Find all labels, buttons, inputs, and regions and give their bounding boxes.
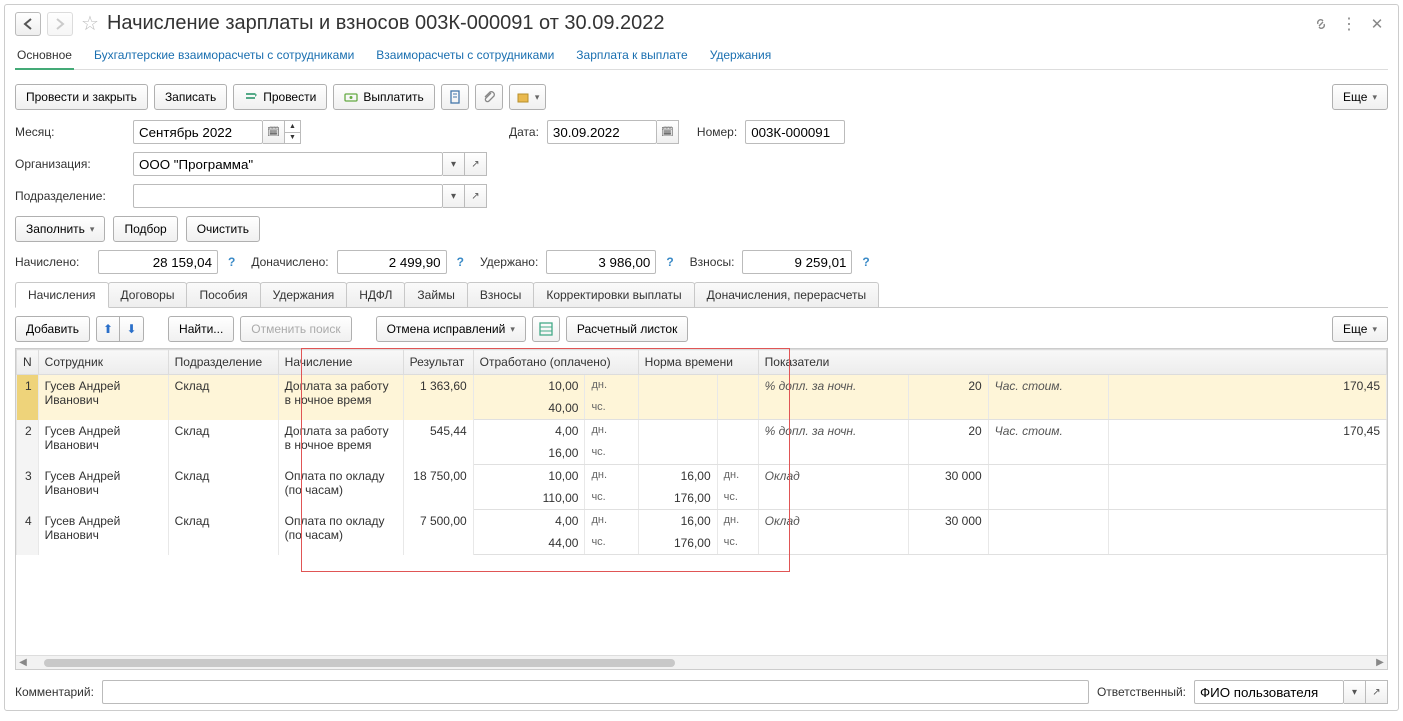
- grid-icon: [539, 322, 553, 336]
- contrib-label: Взносы:: [690, 255, 735, 269]
- help-icon[interactable]: ?: [228, 255, 235, 269]
- grid-button[interactable]: [532, 316, 560, 342]
- post-close-button[interactable]: Провести и закрыть: [15, 84, 148, 110]
- post-icon: [244, 90, 258, 104]
- move-down-button[interactable]: ⬇: [120, 316, 144, 342]
- month-input[interactable]: [133, 120, 263, 144]
- resp-dropdown-icon[interactable]: ▾: [1344, 680, 1366, 704]
- accrued-label: Начислено:: [15, 255, 90, 269]
- tab-loans[interactable]: Займы: [404, 282, 468, 307]
- more-button[interactable]: Еще ▾: [1332, 84, 1388, 110]
- table-row[interactable]: 2Гусев Андрей ИвановичСкладДоплата за ра…: [17, 420, 1387, 443]
- open-icon[interactable]: ↗: [465, 152, 487, 176]
- pick-button[interactable]: Подбор: [113, 216, 177, 242]
- date-label: Дата:: [509, 125, 539, 139]
- cancel-fix-button[interactable]: Отмена исправлений ▾: [376, 316, 526, 342]
- contrib-input[interactable]: [742, 250, 852, 274]
- detail-tabs: Начисления Договоры Пособия Удержания НД…: [15, 282, 1388, 308]
- cancel-search-button: Отменить поиск: [240, 316, 351, 342]
- section-nav: Основное Бухгалтерские взаиморасчеты с с…: [15, 44, 1388, 70]
- save-button[interactable]: Записать: [154, 84, 227, 110]
- calendar-icon[interactable]: 🗓: [263, 120, 285, 144]
- payslip-button[interactable]: Расчетный листок: [566, 316, 688, 342]
- table-more-button[interactable]: Еще ▾: [1332, 316, 1388, 342]
- col-n[interactable]: N: [17, 350, 39, 375]
- org-label: Организация:: [15, 157, 125, 171]
- table-row[interactable]: 4Гусев Андрей ИвановичСкладОплата по окл…: [17, 510, 1387, 533]
- dropdown-icon[interactable]: ▾: [443, 152, 465, 176]
- money-icon: [344, 90, 358, 104]
- favorite-star-icon[interactable]: ☆: [81, 11, 99, 36]
- col-worked[interactable]: Отработано (оплачено): [473, 350, 638, 375]
- resp-open-icon[interactable]: ↗: [1366, 680, 1388, 704]
- nav-deductions[interactable]: Удержания: [708, 44, 774, 66]
- withheld-input[interactable]: [546, 250, 656, 274]
- dept-label: Подразделение:: [15, 189, 125, 203]
- tab-payout-corrections[interactable]: Корректировки выплаты: [533, 282, 694, 307]
- tab-extra-accruals[interactable]: Доначисления, перерасчеты: [694, 282, 879, 307]
- dept-dropdown-icon[interactable]: ▾: [443, 184, 465, 208]
- tab-benefits[interactable]: Пособия: [186, 282, 260, 307]
- nav-main[interactable]: Основное: [15, 44, 74, 70]
- extra-input[interactable]: [337, 250, 447, 274]
- table-row[interactable]: 1Гусев Андрей ИвановичСкладДоплата за ра…: [17, 375, 1387, 398]
- number-input[interactable]: [745, 120, 845, 144]
- move-up-button[interactable]: ⬆: [96, 316, 120, 342]
- help-icon[interactable]: ?: [862, 255, 869, 269]
- help-icon[interactable]: ?: [666, 255, 673, 269]
- add-button[interactable]: Добавить: [15, 316, 90, 342]
- tab-ndfl[interactable]: НДФЛ: [346, 282, 405, 307]
- col-result[interactable]: Результат: [403, 350, 473, 375]
- nav-payout[interactable]: Зарплата к выплате: [574, 44, 689, 66]
- responsible-label: Ответственный:: [1097, 685, 1186, 699]
- extra-label: Доначислено:: [251, 255, 328, 269]
- link-icon[interactable]: [1310, 13, 1332, 35]
- accruals-table[interactable]: N Сотрудник Подразделение Начисление Рез…: [16, 349, 1387, 555]
- org-input[interactable]: [133, 152, 443, 176]
- nav-accounting[interactable]: Бухгалтерские взаиморасчеты с сотрудника…: [92, 44, 356, 66]
- back-button[interactable]: [15, 12, 41, 36]
- forward-button[interactable]: [47, 12, 73, 36]
- attach-button[interactable]: [475, 84, 503, 110]
- document-icon: [448, 90, 462, 104]
- col-indicators[interactable]: Показатели: [758, 350, 1386, 375]
- comment-input[interactable]: [102, 680, 1089, 704]
- col-emp[interactable]: Сотрудник: [38, 350, 168, 375]
- help-icon[interactable]: ?: [457, 255, 464, 269]
- extra-button[interactable]: ▾: [509, 84, 547, 110]
- comment-label: Комментарий:: [15, 685, 94, 699]
- tab-contracts[interactable]: Договоры: [108, 282, 188, 307]
- month-label: Месяц:: [15, 125, 125, 139]
- date-calendar-icon[interactable]: 🗓: [657, 120, 679, 144]
- find-button[interactable]: Найти...: [168, 316, 234, 342]
- col-accrual[interactable]: Начисление: [278, 350, 403, 375]
- report-button[interactable]: [441, 84, 469, 110]
- close-icon[interactable]: ✕: [1366, 13, 1388, 35]
- tab-accruals[interactable]: Начисления: [15, 282, 109, 308]
- col-dept[interactable]: Подразделение: [168, 350, 278, 375]
- horizontal-scrollbar[interactable]: ◀ ▶: [16, 655, 1387, 669]
- payout-button[interactable]: Выплатить: [333, 84, 435, 110]
- box-icon: [516, 90, 530, 104]
- month-up[interactable]: ▲: [285, 121, 300, 132]
- number-label: Номер:: [697, 125, 737, 139]
- col-norm[interactable]: Норма времени: [638, 350, 758, 375]
- fill-button[interactable]: Заполнить ▾: [15, 216, 105, 242]
- dept-open-icon[interactable]: ↗: [465, 184, 487, 208]
- nav-calc[interactable]: Взаиморасчеты с сотрудниками: [374, 44, 556, 66]
- post-button[interactable]: Провести: [233, 84, 327, 110]
- responsible-input[interactable]: [1194, 680, 1344, 704]
- dept-input[interactable]: [133, 184, 443, 208]
- tab-contributions[interactable]: Взносы: [467, 282, 534, 307]
- table-row[interactable]: 3Гусев Андрей ИвановичСкладОплата по окл…: [17, 465, 1387, 488]
- page-title: Начисление зарплаты и взносов 003К-00009…: [107, 12, 1304, 35]
- month-down[interactable]: ▼: [285, 132, 300, 144]
- date-input[interactable]: [547, 120, 657, 144]
- clear-button[interactable]: Очистить: [186, 216, 260, 242]
- kebab-menu-icon[interactable]: ⋮: [1338, 13, 1360, 35]
- clip-icon: [482, 90, 496, 104]
- tab-deductions[interactable]: Удержания: [260, 282, 348, 307]
- withheld-label: Удержано:: [480, 255, 538, 269]
- accrued-input[interactable]: [98, 250, 218, 274]
